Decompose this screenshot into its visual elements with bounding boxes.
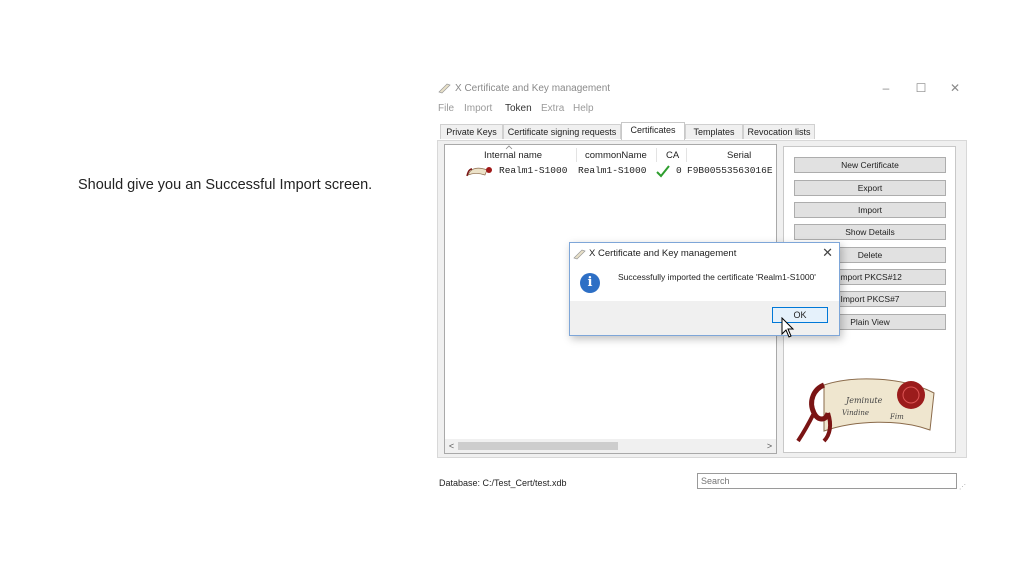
- dialog-title: X Certificate and Key management: [589, 248, 737, 259]
- dialog-message: Successfully imported the certificate 'R…: [618, 272, 816, 282]
- scrollbar-thumb[interactable]: [458, 442, 618, 450]
- cell-ca: 0: [676, 165, 682, 176]
- import-success-dialog: X Certificate and Key management ✕ i Suc…: [569, 242, 840, 336]
- slide-caption: Should give you an Successful Import scr…: [78, 177, 373, 193]
- logo-text: Jeminute: [844, 396, 883, 405]
- menu-extra[interactable]: Extra: [541, 103, 564, 114]
- dialog-footer: OK: [570, 301, 839, 335]
- tab-templates[interactable]: Templates: [685, 124, 743, 139]
- dialog-close-icon[interactable]: ✕: [822, 245, 833, 261]
- column-header-serial[interactable]: Serial: [727, 150, 751, 161]
- close-button[interactable]: ✕: [941, 79, 969, 97]
- menu-bar: File Import Token Extra Help: [435, 100, 968, 118]
- cell-internal-name: Realm1-S1000: [499, 165, 568, 176]
- column-header-ca[interactable]: CA: [666, 150, 679, 161]
- ca-check-icon: [656, 165, 670, 178]
- horizontal-scrollbar[interactable]: < >: [445, 439, 776, 453]
- tab-revocation-lists[interactable]: Revocation lists: [743, 124, 815, 139]
- new-certificate-button[interactable]: New Certificate: [794, 157, 946, 173]
- tab-certificates[interactable]: Certificates: [621, 122, 685, 140]
- column-header-common-name[interactable]: commonName: [585, 150, 647, 161]
- cell-serial: F9B00553563016E: [687, 165, 773, 176]
- cell-common-name: Realm1-S1000: [578, 165, 647, 176]
- search-input[interactable]: [697, 473, 957, 489]
- scroll-right-icon[interactable]: >: [763, 439, 776, 453]
- dialog-body: i Successfully imported the certificate …: [570, 263, 839, 301]
- window-title: X Certificate and Key management: [455, 83, 611, 94]
- maximize-button[interactable]: ☐: [907, 79, 935, 97]
- certificate-icon: [466, 167, 492, 177]
- status-bar: Database: C:/Test_Cert/test.xdb ⋰: [435, 473, 968, 493]
- menu-token[interactable]: Token: [505, 103, 532, 114]
- tab-csr[interactable]: Certificate signing requests: [503, 124, 621, 139]
- tab-private-keys[interactable]: Private Keys: [440, 124, 503, 139]
- show-details-button[interactable]: Show Details: [794, 224, 946, 240]
- menu-help[interactable]: Help: [573, 103, 594, 114]
- dialog-titlebar: X Certificate and Key management ✕: [570, 243, 839, 263]
- import-button[interactable]: Import: [794, 202, 946, 218]
- menu-import[interactable]: Import: [464, 103, 492, 114]
- xca-logo-icon: Jeminute Vindine Fim: [796, 378, 935, 443]
- minimize-button[interactable]: –: [872, 79, 900, 97]
- database-path: Database: C:/Test_Cert/test.xdb: [439, 478, 567, 488]
- menu-file[interactable]: File: [438, 103, 454, 114]
- window-titlebar: X Certificate and Key management – ☐ ✕: [435, 76, 968, 100]
- app-icon: [438, 83, 451, 94]
- logo-text-2: Vindine: [842, 409, 869, 417]
- info-icon: i: [580, 273, 600, 293]
- export-button[interactable]: Export: [794, 180, 946, 196]
- app-icon: [573, 249, 586, 260]
- logo-text-3: Fim: [889, 413, 904, 421]
- resize-grip-icon[interactable]: ⋰: [959, 483, 966, 491]
- mouse-cursor-icon: [781, 317, 795, 338]
- column-header-internal-name[interactable]: Internal name: [484, 150, 542, 161]
- scroll-left-icon[interactable]: <: [445, 439, 458, 453]
